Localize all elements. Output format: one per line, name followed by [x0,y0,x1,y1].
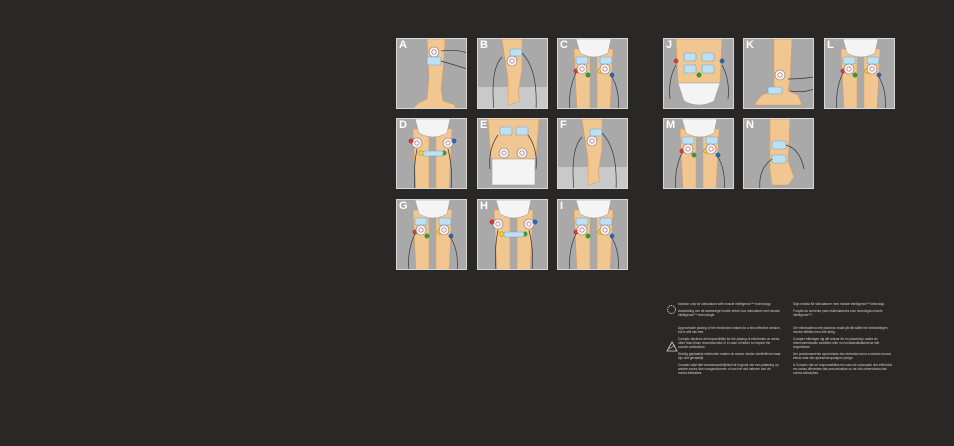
note-warning-pt-1: Um posicionamento aproximado dos eletrod… [793,352,891,360]
tile-letter: H [480,200,488,212]
placement-illustration [836,39,886,108]
placement-illustration [487,119,540,186]
note-warning-en-2: Compex declines all responsibility for t… [678,337,780,349]
placement-tile-e: E [477,118,548,189]
placement-illustration [669,39,729,106]
placement-illustration [753,39,813,106]
placement-tile-k: K [743,38,814,109]
placement-tile-m: M [663,118,734,189]
tile-letter: L [827,39,834,51]
placement-tile-a: A [396,38,467,109]
tile-letter: M [666,119,676,131]
placement-tile-f: F [557,118,628,189]
placement-tile-g: G [396,199,467,270]
note-warning-nl-1: Slordig geplaatste elektroden maken de s… [678,352,781,360]
tile-letter: F [560,119,567,131]
placement-illustration [478,39,547,108]
tile-letter: I [560,200,564,212]
note-warning-nl-2: Compex wijst alle verantwoordelijkheid a… [678,363,779,375]
placement-tile-b: B [477,38,548,109]
tile-letter: J [666,39,673,51]
placement-tile-h: H [477,199,548,270]
placement-tile-n: N [743,118,814,189]
warning-icon [666,339,678,357]
tile-letter: N [746,119,754,131]
placement-tile-i: I [557,199,628,270]
tile-letter: B [480,39,488,51]
placement-illustration [412,39,466,108]
placement-tile-j: J [663,38,734,109]
placement-tile-d: D [396,118,467,189]
note-warning-sv-1: Om elektroderna inte placeras exakt på r… [793,326,888,334]
note-mi-en: function only for stimulators with muscl… [678,302,771,306]
placement-illustration [759,119,805,188]
placement-tile-l: L [824,38,895,109]
tile-letter: C [560,39,568,51]
placement-tile-c: C [557,38,628,109]
placement-illustration [569,200,619,269]
note-warning-en-1: Approximate placing of the electrodes ma… [678,326,781,334]
notes-left: function only for stimulators with muscl… [678,302,781,378]
note-mi-nl: Aanduiding van de aanwezige functie enke… [678,309,780,317]
placement-illustration [408,119,457,188]
note-warning-pt-2: A Compex não se responsabiliza em caso d… [793,363,893,375]
note-mi-sv: Sign endast för stimulatorer med muscle … [793,302,885,306]
tile-letter: D [399,119,407,131]
placement-illustration [558,119,627,188]
muscle-intelligence-icon [666,302,677,320]
placement-illustration [569,39,619,108]
tile-letter: E [480,119,488,131]
placement-illustration [489,200,538,269]
tile-letter: G [399,200,408,212]
note-mi-pt: Função do somente para estimuladores com… [793,309,883,317]
note-warning-sv-2: Compex frånsäger sig allt ansvar för en … [793,337,880,349]
tile-letter: K [746,39,754,51]
notes-right: Sign endast för stimulatorer med muscle … [793,302,895,378]
tile-letter: A [399,39,407,51]
